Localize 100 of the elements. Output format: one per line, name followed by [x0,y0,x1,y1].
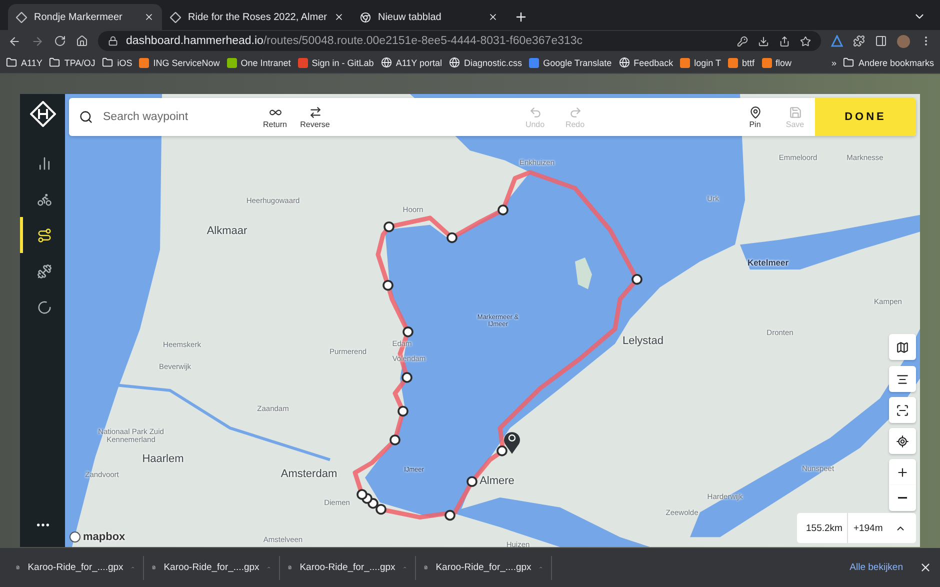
bookmark-link[interactable]: Diagnostic.css [449,57,522,68]
bookmark-link[interactable]: login T [680,58,721,68]
diamond-logo-icon [16,12,27,22]
attribution-text: mapbox [83,531,126,543]
distance-value: 155.2km [797,513,848,543]
waypoint-marker[interactable] [402,372,412,383]
waypoint-marker[interactable] [496,446,508,456]
browser-tab[interactable]: Rondje Markermeer [8,4,162,30]
map-place-label: Alkmaar [206,224,248,238]
waypoint-marker[interactable] [446,232,458,244]
key-icon[interactable] [737,36,748,46]
waypoint-marker[interactable] [466,476,478,487]
folder-icon [102,57,114,68]
bookmark-link[interactable]: flow [762,58,792,68]
download-item[interactable]: Karoo-Ride_for_....gpx [8,556,144,580]
share-icon[interactable] [779,36,790,46]
folder-icon [843,57,854,68]
zoom-in-button[interactable] [889,459,916,485]
bookmark-link[interactable]: A11Y [6,57,42,68]
waypoint-marker[interactable] [384,221,394,232]
bookmark-link[interactable]: A11Y portal [380,57,442,68]
more-bookmarks-button[interactable]: » [831,58,836,68]
fit-route-button[interactable] [889,397,916,423]
browser-tab[interactable]: Ride for the Roses 2022, Almer [162,4,352,30]
address-bar[interactable]: dashboard.hammerhead.io/routes/50048.route.00e2151e-8ee5-4444-8031-f60e367e313c [98,31,821,51]
globe-icon [380,57,392,68]
map-place-label: Ketelmeer [747,258,789,268]
avatar-icon[interactable] [897,34,910,48]
waypoint-marker[interactable] [376,504,386,515]
island-drawing [575,258,592,290]
close-icon[interactable] [334,12,344,22]
close-icon[interactable] [919,561,932,574]
close-icon[interactable] [488,12,498,22]
bookmark-link[interactable]: One Intranet [226,58,291,68]
search-icon [79,110,93,124]
map-place-label: Almere [480,474,514,488]
triangle-logo-icon[interactable] [831,35,843,47]
url-text: dashboard.hammerhead.io/routes/50048.route.00e2151e-8ee5-4444-8031-f60e367e313c [126,35,583,47]
undo-icon [528,106,542,118]
bike-icon [36,192,52,206]
waypoint-marker[interactable] [402,326,414,338]
folder-icon [49,57,60,68]
dumbbell-icon [36,264,52,278]
download-item[interactable]: Karoo-Ride_for_....gpx [280,556,416,580]
pin-icon [748,106,762,118]
lines-icon [896,372,909,386]
globe-icon [618,57,630,68]
show-all-link[interactable]: Alle bekijken [850,562,903,573]
waypoint-marker[interactable] [444,510,456,521]
toolbar-button[interactable]: Reverse [295,106,335,128]
locate-button[interactable] [889,428,916,454]
route-icon [36,228,52,242]
forward-icon[interactable] [31,34,44,48]
download-item[interactable]: Karoo-Ride_for_....gpx [416,556,552,580]
waypoint-marker[interactable] [632,274,642,285]
bookmark-link[interactable]: bttf [728,58,755,68]
toolbar-button[interactable]: Pin [735,106,775,128]
list-button[interactable] [889,366,916,392]
bookmark-link[interactable]: Google Translate [529,58,612,68]
star-icon[interactable] [800,36,811,46]
back-icon[interactable] [8,34,21,48]
bookmark-folder[interactable]: Andere bookmarks [843,57,934,68]
waypoint-marker[interactable] [398,406,408,417]
waypoint-marker[interactable] [498,204,508,216]
toolbar-button[interactable]: Return [255,106,295,128]
bookmark-link[interactable]: Feedback [618,57,674,68]
bookmark-link[interactable]: TPA/OJ [49,57,96,68]
folder-icon [6,57,17,68]
download-icon[interactable] [758,36,769,46]
map-place-label: Amsterdam [280,468,338,480]
bookmark-link[interactable]: iOS [102,57,132,68]
bookmark-link[interactable]: Sign in - GitLab [298,58,374,68]
scan-frame-icon [896,404,909,416]
arc-icon [36,300,52,314]
globe-icon [449,57,460,68]
minus-icon [898,497,907,499]
waypoint-marker[interactable] [356,489,368,500]
side-panel-icon[interactable] [875,35,887,47]
browser-tab[interactable]: Nieuw tabblad [352,4,506,30]
reload-icon[interactable] [54,35,66,47]
bookmark-link[interactable]: ING ServiceNow [139,58,220,68]
close-icon[interactable] [144,12,154,22]
done-button[interactable]: DONE [815,98,916,136]
waypoint-marker[interactable] [382,280,394,291]
diamond-logo-icon [170,12,181,22]
redo-icon [568,106,582,118]
save-icon [788,106,802,118]
hexagon-logo-icon[interactable] [30,101,56,127]
map-icon [896,340,909,354]
map-place-label: Lelystad [622,334,664,348]
download-item[interactable]: Karoo-Ride_for_....gpx [144,556,280,580]
home-icon[interactable] [76,35,88,47]
map-style-button[interactable] [889,334,916,360]
map-pin-icon[interactable] [504,432,520,454]
circle-logo-icon [360,12,371,22]
puzzle-icon[interactable] [853,35,865,47]
attribution-logo[interactable]: mapbox [69,531,126,543]
plus-icon [896,466,909,478]
new-tab-icon[interactable] [514,10,528,24]
waypoint-marker[interactable] [390,434,400,446]
